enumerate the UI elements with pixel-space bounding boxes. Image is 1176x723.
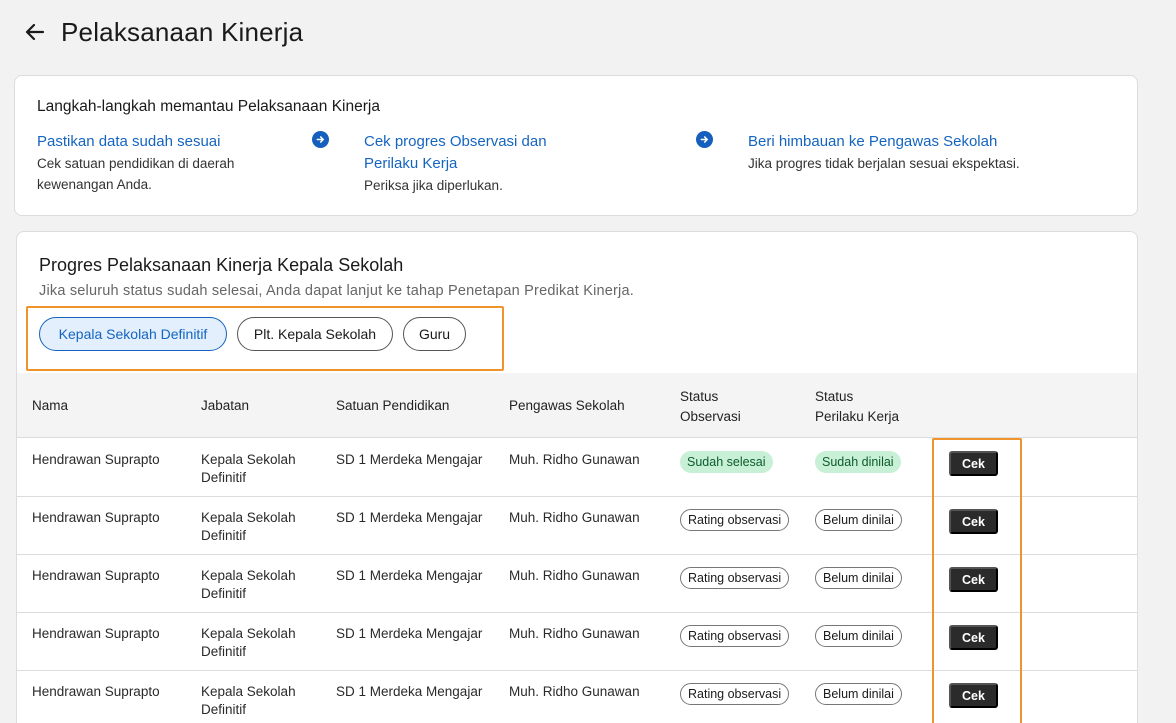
cell-nama: Hendrawan Suprapto <box>32 568 160 583</box>
arrow-left-icon[interactable] <box>22 19 48 45</box>
progress-subtitle: Jika seluruh status sudah selesai, Anda … <box>39 283 634 299</box>
cell-jabatan: Kepala Sekolah Definitif <box>201 625 296 661</box>
status-badge-perilaku: Belum dinilai <box>815 625 902 647</box>
column-status-perilaku-kerja: Status Perilaku Kerja <box>815 387 899 427</box>
cell-jabatan-line2: Definitif <box>201 586 247 601</box>
page-header: Pelaksanaan Kinerja <box>22 14 303 50</box>
cell-jabatan-line2: Definitif <box>201 702 247 717</box>
step-3-title[interactable]: Beri himbauan ke Pengawas Sekolah <box>748 131 1088 153</box>
column-status-observasi-line1: Status <box>680 389 719 404</box>
cell-jabatan-line2: Definitif <box>201 644 247 659</box>
cell-jabatan-line1: Kepala Sekolah <box>201 626 296 641</box>
steps-card: Langkah-langkah memantau Pelaksanaan Kin… <box>14 75 1138 216</box>
status-badge-perilaku: Belum dinilai <box>815 509 902 531</box>
column-status-observasi-line2: Observasi <box>680 409 741 424</box>
status-badge-perilaku: Belum dinilai <box>815 683 902 705</box>
step-1: Pastikan data sudah sesuai Cek satuan pe… <box>37 131 287 195</box>
status-badge-observasi: Rating observasi <box>680 509 790 531</box>
cell-jabatan-line2: Definitif <box>201 470 247 485</box>
step-3: Beri himbauan ke Pengawas Sekolah Jika p… <box>748 131 1088 174</box>
status-badge-perilaku: Belum dinilai <box>815 567 902 589</box>
step-2-desc: Periksa jika diperlukan. <box>364 178 503 193</box>
cell-satuan: SD 1 Merdeka Mengajar <box>336 626 483 641</box>
step-2-title-line2[interactable]: Perilaku Kerja <box>364 153 624 175</box>
cell-nama: Hendrawan Suprapto <box>32 452 160 467</box>
step-3-desc: Jika progres tidak berjalan sesuai ekspe… <box>748 156 1020 171</box>
cell-jabatan: Kepala Sekolah Definitif <box>201 683 296 719</box>
status-badge-observasi: Rating observasi <box>680 567 790 589</box>
column-nama: Nama <box>32 398 69 413</box>
steps-title: Langkah-langkah memantau Pelaksanaan Kin… <box>37 98 380 115</box>
cell-jabatan: Kepala Sekolah Definitif <box>201 451 296 487</box>
cell-nama: Hendrawan Suprapto <box>32 626 160 641</box>
step-2-title-line1[interactable]: Cek progres Observasi dan <box>364 131 624 153</box>
cell-satuan: SD 1 Merdeka Mengajar <box>336 452 483 467</box>
cell-jabatan: Kepala Sekolah Definitif <box>201 567 296 603</box>
column-pengawas-sekolah: Pengawas Sekolah <box>509 398 625 413</box>
cell-satuan: SD 1 Merdeka Mengajar <box>336 510 483 525</box>
column-status-perilaku-line1: Status <box>815 389 854 404</box>
status-badge-observasi: Rating observasi <box>680 683 790 705</box>
column-jabatan: Jabatan <box>201 398 250 413</box>
cell-satuan: SD 1 Merdeka Mengajar <box>336 568 483 583</box>
tab-plt-kepala-sekolah[interactable]: Plt. Kepala Sekolah <box>237 317 393 351</box>
status-badge-observasi: Sudah selesai <box>680 451 773 473</box>
cell-jabatan-line1: Kepala Sekolah <box>201 684 296 699</box>
cell-pengawas: Muh. Ridho Gunawan <box>509 452 640 467</box>
step-1-title[interactable]: Pastikan data sudah sesuai <box>37 131 287 153</box>
cell-pengawas: Muh. Ridho Gunawan <box>509 568 640 583</box>
progress-title: Progres Pelaksanaan Kinerja Kepala Sekol… <box>39 255 404 275</box>
page-title: Pelaksanaan Kinerja <box>61 16 304 47</box>
step-1-desc-line2: kewenangan Anda. <box>37 177 152 192</box>
step-2: Cek progres Observasi dan Perilaku Kerja… <box>364 131 624 196</box>
tab-kepala-sekolah-definitif[interactable]: Kepala Sekolah Definitif <box>39 317 227 351</box>
cell-jabatan: Kepala Sekolah Definitif <box>201 509 296 545</box>
arrow-right-circle-icon <box>312 131 329 148</box>
tab-guru[interactable]: Guru <box>403 317 466 351</box>
column-status-observasi: Status Observasi <box>680 387 741 427</box>
arrow-right-circle-icon <box>696 131 713 148</box>
cell-jabatan-line1: Kepala Sekolah <box>201 452 296 467</box>
status-badge-perilaku: Sudah dinilai <box>815 451 901 473</box>
cell-pengawas: Muh. Ridho Gunawan <box>509 684 640 699</box>
cell-satuan: SD 1 Merdeka Mengajar <box>336 684 483 699</box>
status-badge-observasi: Rating observasi <box>680 625 790 647</box>
cell-pengawas: Muh. Ridho Gunawan <box>509 510 640 525</box>
cell-jabatan-line1: Kepala Sekolah <box>201 510 296 525</box>
cell-pengawas: Muh. Ridho Gunawan <box>509 626 640 641</box>
cek-column-highlight <box>932 438 1022 723</box>
cell-nama: Hendrawan Suprapto <box>32 684 160 699</box>
column-status-perilaku-line2: Perilaku Kerja <box>815 409 900 424</box>
cell-jabatan-line1: Kepala Sekolah <box>201 568 296 583</box>
table-header: Nama Jabatan Satuan Pendidikan Pengawas … <box>17 373 1137 438</box>
step-1-desc-line1: Cek satuan pendidikan di daerah <box>37 156 235 171</box>
cell-jabatan-line2: Definitif <box>201 528 247 543</box>
column-satuan-pendidikan: Satuan Pendidikan <box>336 398 450 413</box>
cell-nama: Hendrawan Suprapto <box>32 510 160 525</box>
